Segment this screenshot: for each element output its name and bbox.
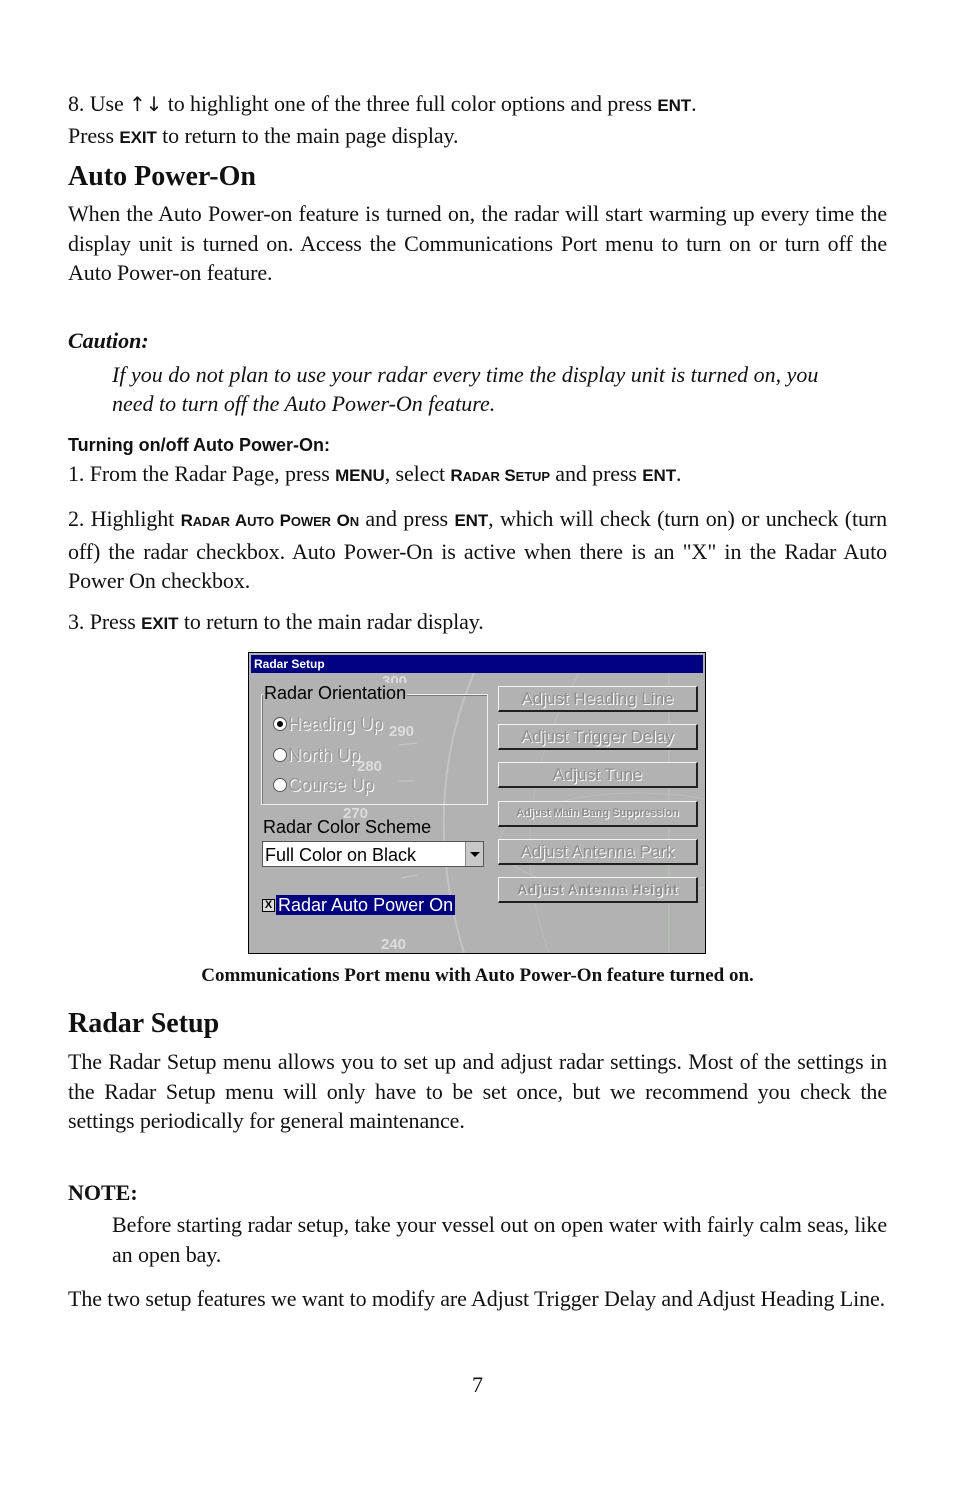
adjust-tune-button[interactable]: Adjust Tune [498, 762, 698, 788]
adjust-antenna-park-button[interactable]: Adjust Antenna Park [498, 839, 698, 865]
key-ent: ENT [454, 511, 489, 530]
radio-unselected-icon [273, 748, 287, 762]
radio-unselected-icon [273, 778, 287, 792]
radio-north-up[interactable]: North Up [273, 745, 360, 765]
closing-paragraph: The two setup features we want to modify… [68, 1286, 886, 1311]
menu-item-radar-setup: RADAR SETUP [450, 466, 550, 485]
step-1: 1. From the Radar Page, press MENU, sele… [68, 461, 682, 486]
step-2: 2. Highlight RADAR AUTO POWER ON and pre… [68, 506, 887, 593]
auto-power-on-body: When the Auto Power-on feature is turned… [68, 201, 887, 285]
adjust-heading-line-button[interactable]: Adjust Heading Line [498, 686, 698, 712]
radar-setup-heading: Radar Setup [68, 1008, 220, 1039]
step-3: 3. Press EXIT to return to the main rada… [68, 609, 484, 634]
key-ent: ENT [657, 96, 692, 115]
radio-course-up[interactable]: Course Up [273, 775, 374, 795]
adjust-main-bang-suppression-button[interactable]: Adjust Main Bang Suppression [498, 801, 698, 827]
figure-caption: Communications Port menu with Auto Power… [201, 965, 754, 986]
chevron-down-icon[interactable] [465, 842, 483, 866]
orientation-group-title: Radar Orientation [263, 683, 408, 703]
adjust-trigger-delay-button[interactable]: Adjust Trigger Delay [498, 724, 698, 750]
key-exit: EXIT [119, 127, 157, 147]
color-scheme-select[interactable]: Full Color on Black [262, 841, 484, 867]
adjust-antenna-height-button[interactable]: Adjust Antenna Height [498, 877, 698, 903]
radar-setup-dialog: Radar Setup 300 290 280 270 240 Radar Or… [248, 652, 706, 954]
radio-selected-icon [273, 717, 287, 731]
auto-power-checkbox-label[interactable]: Radar Auto Power On [276, 895, 456, 915]
color-scheme-label: Radar Color Scheme [263, 817, 432, 837]
auto-power-on-heading: Auto Power-On [68, 161, 256, 192]
key-menu: MENU [335, 466, 385, 485]
dialog-title-bar: Radar Setup [251, 655, 703, 673]
radio-heading-up[interactable]: Heading Up [273, 714, 383, 734]
step-8: 8. Use ↑↓ to highlight one of the three … [68, 91, 697, 148]
turning-on-off-subheading: Turning on/off Auto Power-On: [68, 435, 330, 455]
caution-text: If you do not plan to use your radar eve… [112, 362, 819, 416]
key-exit: EXIT [141, 614, 179, 633]
auto-power-checkbox[interactable]: X [262, 899, 275, 912]
page-number: 7 [472, 1372, 483, 1397]
radar-setup-body: The Radar Setup menu allows you to set u… [68, 1049, 887, 1133]
note-text: Before starting radar setup, take your v… [112, 1212, 887, 1267]
note-label: NOTE: [68, 1180, 138, 1205]
caution-label: Caution: [68, 328, 149, 353]
key-ent: ENT [642, 466, 676, 485]
menu-item-radar-auto-power-on: RADAR AUTO POWER ON [180, 511, 360, 530]
up-down-arrows-icon: ↑↓ [129, 92, 163, 116]
bearing-label: 240 [381, 936, 407, 953]
